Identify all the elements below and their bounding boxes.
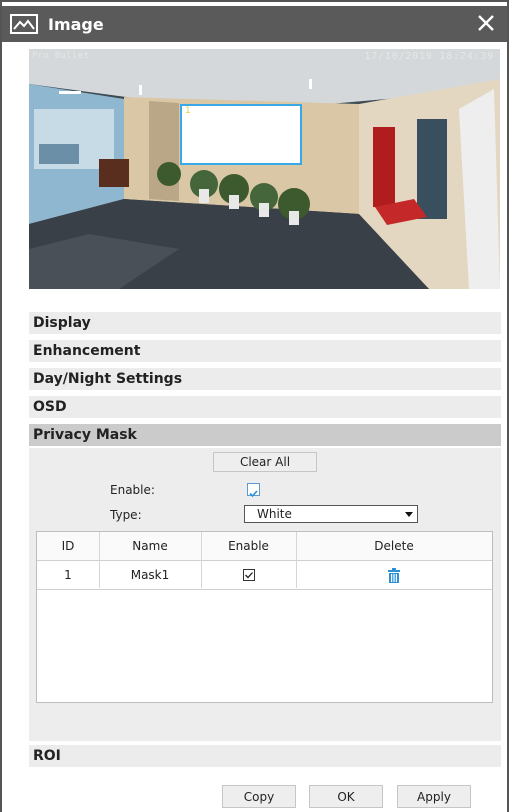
row-id: 1 — [64, 568, 72, 582]
row-name: Mask1 — [130, 568, 170, 582]
clear-all-button[interactable]: Clear All — [213, 452, 317, 472]
ok-button[interactable]: OK — [309, 785, 383, 808]
column-header-id: ID — [61, 539, 75, 553]
section-roi[interactable]: ROI — [29, 745, 501, 767]
osd-timestamp: 17/10/2019 18:24:39 — [364, 51, 494, 62]
apply-button[interactable]: Apply — [397, 785, 471, 808]
privacy-mask-region[interactable]: 1 — [180, 104, 302, 165]
trash-icon[interactable] — [387, 567, 401, 583]
mask-table: ID Name Enable Delete 1 Mask1 — [36, 531, 493, 703]
section-display[interactable]: Display — [29, 312, 501, 334]
mask-type-value: White — [257, 507, 292, 521]
column-header-name: Name — [132, 539, 168, 553]
section-enhancement-label: Enhancement — [33, 343, 141, 359]
section-privacy-mask[interactable]: Privacy Mask — [29, 424, 501, 446]
row-delete-cell — [296, 561, 492, 589]
mask-type-select[interactable]: White — [244, 505, 418, 523]
image-icon — [10, 14, 38, 34]
section-osd-label: OSD — [33, 399, 67, 415]
enable-checkbox[interactable] — [247, 483, 260, 498]
section-display-label: Display — [33, 315, 91, 331]
row-enable-checkbox[interactable] — [242, 569, 255, 581]
row-enable-cell — [201, 561, 296, 589]
column-header-delete: Delete — [374, 539, 414, 553]
type-label: Type: — [110, 508, 142, 522]
enable-label: Enable: — [110, 483, 155, 497]
dialog-titlebar: Image — [2, 6, 507, 42]
column-header-enable: Enable — [228, 539, 269, 553]
section-day-night-label: Day/Night Settings — [33, 371, 183, 387]
section-enhancement[interactable]: Enhancement — [29, 340, 501, 362]
checkmark-icon — [244, 572, 253, 579]
copy-button[interactable]: Copy — [222, 785, 296, 808]
section-roi-label: ROI — [33, 748, 61, 764]
camera-preview[interactable]: Pro Bullet 17/10/2019 18:24:39 1 — [29, 49, 500, 289]
section-day-night-settings[interactable]: Day/Night Settings — [29, 368, 501, 390]
camera-scene — [29, 49, 500, 289]
dialog-title: Image — [48, 14, 104, 34]
mask-region-id: 1 — [185, 106, 191, 116]
dropdown-arrow-icon — [405, 512, 413, 517]
table-row[interactable]: 1 Mask1 — [37, 561, 492, 590]
close-icon[interactable] — [475, 12, 497, 34]
image-dialog: Image Pro Bullet 17/10/2019 18:24:39 1 D… — [0, 0, 509, 812]
section-privacy-mask-label: Privacy Mask — [33, 427, 137, 443]
section-osd[interactable]: OSD — [29, 396, 501, 418]
osd-camera-name: Pro Bullet — [32, 51, 90, 61]
mask-table-header: ID Name Enable Delete — [37, 532, 492, 561]
checkmark-icon — [249, 490, 258, 498]
